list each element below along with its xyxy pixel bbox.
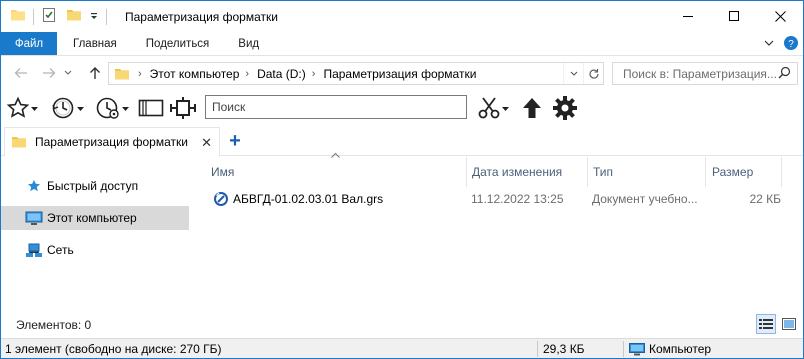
file-modified: 11.12.2022 13:25 [471,192,564,206]
breadcrumb-this-pc[interactable]: Этот компьютер [150,67,240,81]
address-bar[interactable]: › Этот компьютер › Data (D:) › Параметри… [108,62,604,85]
qat-dropdown-icon[interactable] [89,10,99,24]
computer-icon [25,210,43,226]
explorer-window: Параметризация форматки Файл Главная Под… [0,0,804,359]
address-row: › Этот компьютер › Data (D:) › Параметри… [1,57,803,90]
chevron-down-icon [502,106,509,111]
explorer-tab-bar: Параметризация форматки ✕ + [1,127,803,157]
cut-button[interactable] [477,95,510,121]
star-icon [25,178,43,194]
favorites-button[interactable] [6,95,39,121]
refresh-button[interactable] [583,63,603,84]
nav-label: Сеть [47,243,74,257]
breadcrumb-separator: › [138,67,142,80]
status-location: Компьютер [629,339,711,359]
minimize-button[interactable] [665,1,711,31]
column-header-modified[interactable]: Дата изменения [467,157,588,187]
breadcrumb-data-drive[interactable]: Data (D:) [257,67,306,81]
nav-item-this-pc[interactable]: Этот компьютер [1,206,189,230]
plugin-toolbar: Поиск [1,91,803,125]
tab-home[interactable]: Главная [57,32,130,55]
nav-item-quick-access[interactable]: Быстрый доступ [1,174,189,198]
toolbar-search-input[interactable]: Поиск [205,95,467,119]
folder-icon [114,66,130,82]
breadcrumb-separator: › [311,67,316,80]
file-type: Документ учебно... [592,192,698,206]
properties-icon[interactable] [41,7,57,26]
status-location-label: Компьютер [649,342,712,356]
column-header-size[interactable]: Размер [706,157,782,187]
column-tool-button[interactable] [169,95,197,121]
up-button[interactable] [83,61,107,85]
table-row[interactable]: АБВГД-01.02.03.01 Вал.grs 11.12.2022 13:… [213,187,801,211]
ribbon-right-controls: ? [763,35,799,54]
details-view-button[interactable] [756,314,776,334]
folder-icon [10,7,26,26]
close-button[interactable] [757,1,803,31]
file-list: Имя Дата изменения Тип Размер АБВГД-01.0… [195,152,803,313]
address-actions [563,63,603,84]
title-bar: Параметризация форматки [1,1,803,32]
address-dropdown-button[interactable] [563,63,583,84]
computer-icon [629,342,645,356]
items-count: Элементов: 0 [16,318,92,332]
tab-file[interactable]: Файл [1,32,57,55]
chevron-down-icon [77,106,84,111]
help-icon[interactable]: ? [783,35,799,54]
tab-current-folder[interactable]: Параметризация форматки ✕ [4,127,220,157]
nav-item-network[interactable]: Сеть [1,238,189,262]
forward-button[interactable] [37,61,61,85]
search-input[interactable]: Поиск в: Параметризация... [612,62,798,85]
back-button[interactable] [9,61,33,85]
ribbon-tabs: Файл Главная Поделиться Вид ? [1,32,803,56]
file-name: АБВГД-01.02.03.01 Вал.grs [233,192,384,206]
search-icon [778,66,791,82]
up-arrow-button[interactable] [520,95,544,121]
status-selection: 1 элемент (свободно на диске: 270 ГБ) [5,342,222,356]
window-controls [665,1,803,31]
window-title: Параметризация форматки [125,9,278,24]
column-header-type[interactable]: Тип [588,157,706,187]
maximize-button[interactable] [711,1,757,31]
settings-clock-button[interactable] [95,95,130,121]
history-button[interactable] [50,95,85,121]
folder-icon [11,134,27,150]
expand-ribbon-icon[interactable] [763,37,775,52]
gear-icon[interactable] [552,95,578,121]
nav-label: Быстрый доступ [47,179,139,193]
column-header-name[interactable]: Имя [195,157,467,187]
grs-file-icon [213,191,229,207]
network-icon [25,242,43,258]
view-toggle [756,314,799,334]
large-icons-view-button[interactable] [779,314,799,334]
toolbar-search-label: Поиск [212,100,246,114]
tab-label: Параметризация форматки [35,135,188,149]
panel-toggle-button[interactable] [138,95,164,121]
status-bar: 1 элемент (свободно на диске: 270 ГБ) 29… [1,338,803,358]
new-folder-icon[interactable] [66,7,82,26]
tab-view[interactable]: Вид [222,32,272,55]
chevron-down-icon [31,106,38,111]
svg-text:?: ? [788,39,794,50]
new-tab-button[interactable]: + [226,129,244,153]
status-size: 29,3 КБ [543,342,585,356]
navigation-pane: Быстрый доступ Этот компьютер Сеть [1,157,191,313]
search-placeholder: Поиск в: Параметризация... [623,66,777,81]
recent-locations-button[interactable] [61,61,75,85]
quick-access-toolbar [1,1,111,32]
file-size: 22 КБ [749,192,781,206]
breadcrumb-separator: › [245,67,250,80]
tab-share[interactable]: Поделиться [130,32,223,55]
chevron-down-icon [122,106,129,111]
nav-label: Этот компьютер [47,211,137,225]
breadcrumb-current-folder[interactable]: Параметризация форматки [323,67,476,81]
close-tab-icon[interactable]: ✕ [201,135,212,151]
